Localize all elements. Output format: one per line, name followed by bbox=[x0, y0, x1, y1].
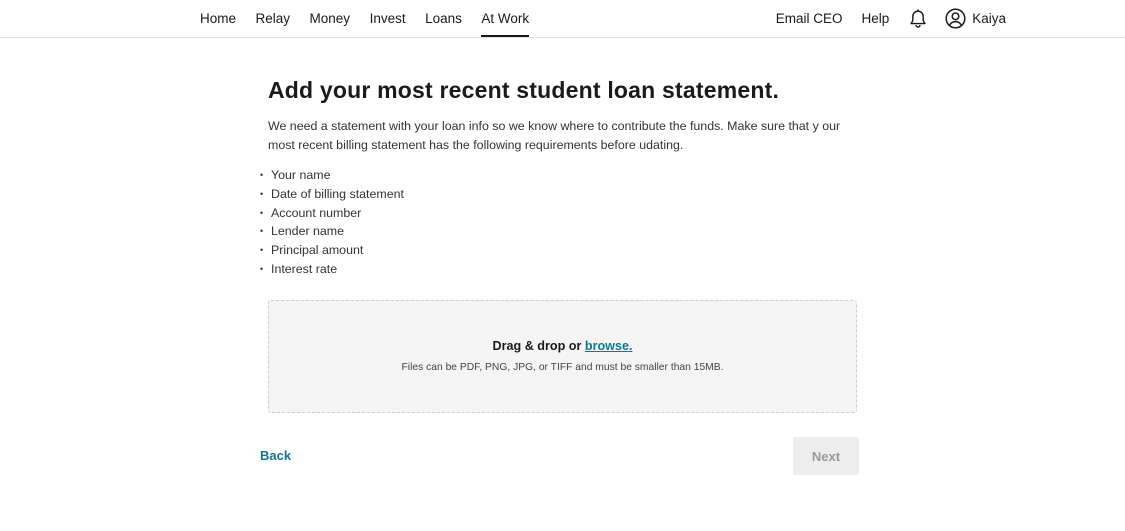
nav-item-money[interactable]: Money bbox=[310, 0, 351, 37]
user-menu[interactable]: Kaiya bbox=[945, 8, 1006, 29]
nav-item-relay[interactable]: Relay bbox=[256, 0, 291, 37]
help-link[interactable]: Help bbox=[861, 11, 889, 26]
next-button[interactable]: Next bbox=[793, 437, 859, 475]
nav-item-invest[interactable]: Invest bbox=[370, 0, 406, 37]
back-button[interactable]: Back bbox=[260, 448, 291, 463]
list-item: Date of billing statement bbox=[260, 185, 404, 204]
intro-text: We need a statement with your loan info … bbox=[268, 119, 841, 152]
list-item: Lender name bbox=[260, 222, 404, 241]
list-item: Account number bbox=[260, 204, 404, 223]
file-dropzone[interactable]: Drag & drop or browse. Files can be PDF,… bbox=[268, 300, 857, 413]
dropzone-prompt: Drag & drop or browse. bbox=[269, 339, 856, 353]
requirements-list: Your name Date of billing statement Acco… bbox=[260, 166, 404, 279]
dropzone-file-note: Files can be PDF, PNG, JPG, or TIFF and … bbox=[401, 362, 724, 373]
user-name: Kaiya bbox=[972, 11, 1006, 26]
top-nav: Home Relay Money Invest Loans At Work Em… bbox=[0, 0, 1125, 38]
bell-icon[interactable] bbox=[908, 8, 928, 29]
list-item: Principal amount bbox=[260, 241, 404, 260]
page-title: Add your most recent student loan statem… bbox=[268, 77, 780, 103]
nav-item-home[interactable]: Home bbox=[200, 0, 236, 37]
main-content: Add your most recent student loan statem… bbox=[268, 74, 860, 155]
list-item: Your name bbox=[260, 166, 404, 185]
browse-link[interactable]: browse. bbox=[585, 339, 633, 353]
primary-nav: Home Relay Money Invest Loans At Work bbox=[200, 0, 549, 37]
dropzone-prompt-text: Drag & drop or bbox=[492, 339, 585, 353]
email-ceo-link[interactable]: Email CEO bbox=[776, 11, 843, 26]
secondary-nav: Email CEO Help Kaiya bbox=[757, 0, 1006, 37]
user-circle-icon bbox=[945, 8, 966, 29]
list-item: Interest rate bbox=[260, 260, 404, 279]
nav-item-loans[interactable]: Loans bbox=[425, 0, 462, 37]
nav-item-at-work[interactable]: At Work bbox=[481, 0, 529, 37]
